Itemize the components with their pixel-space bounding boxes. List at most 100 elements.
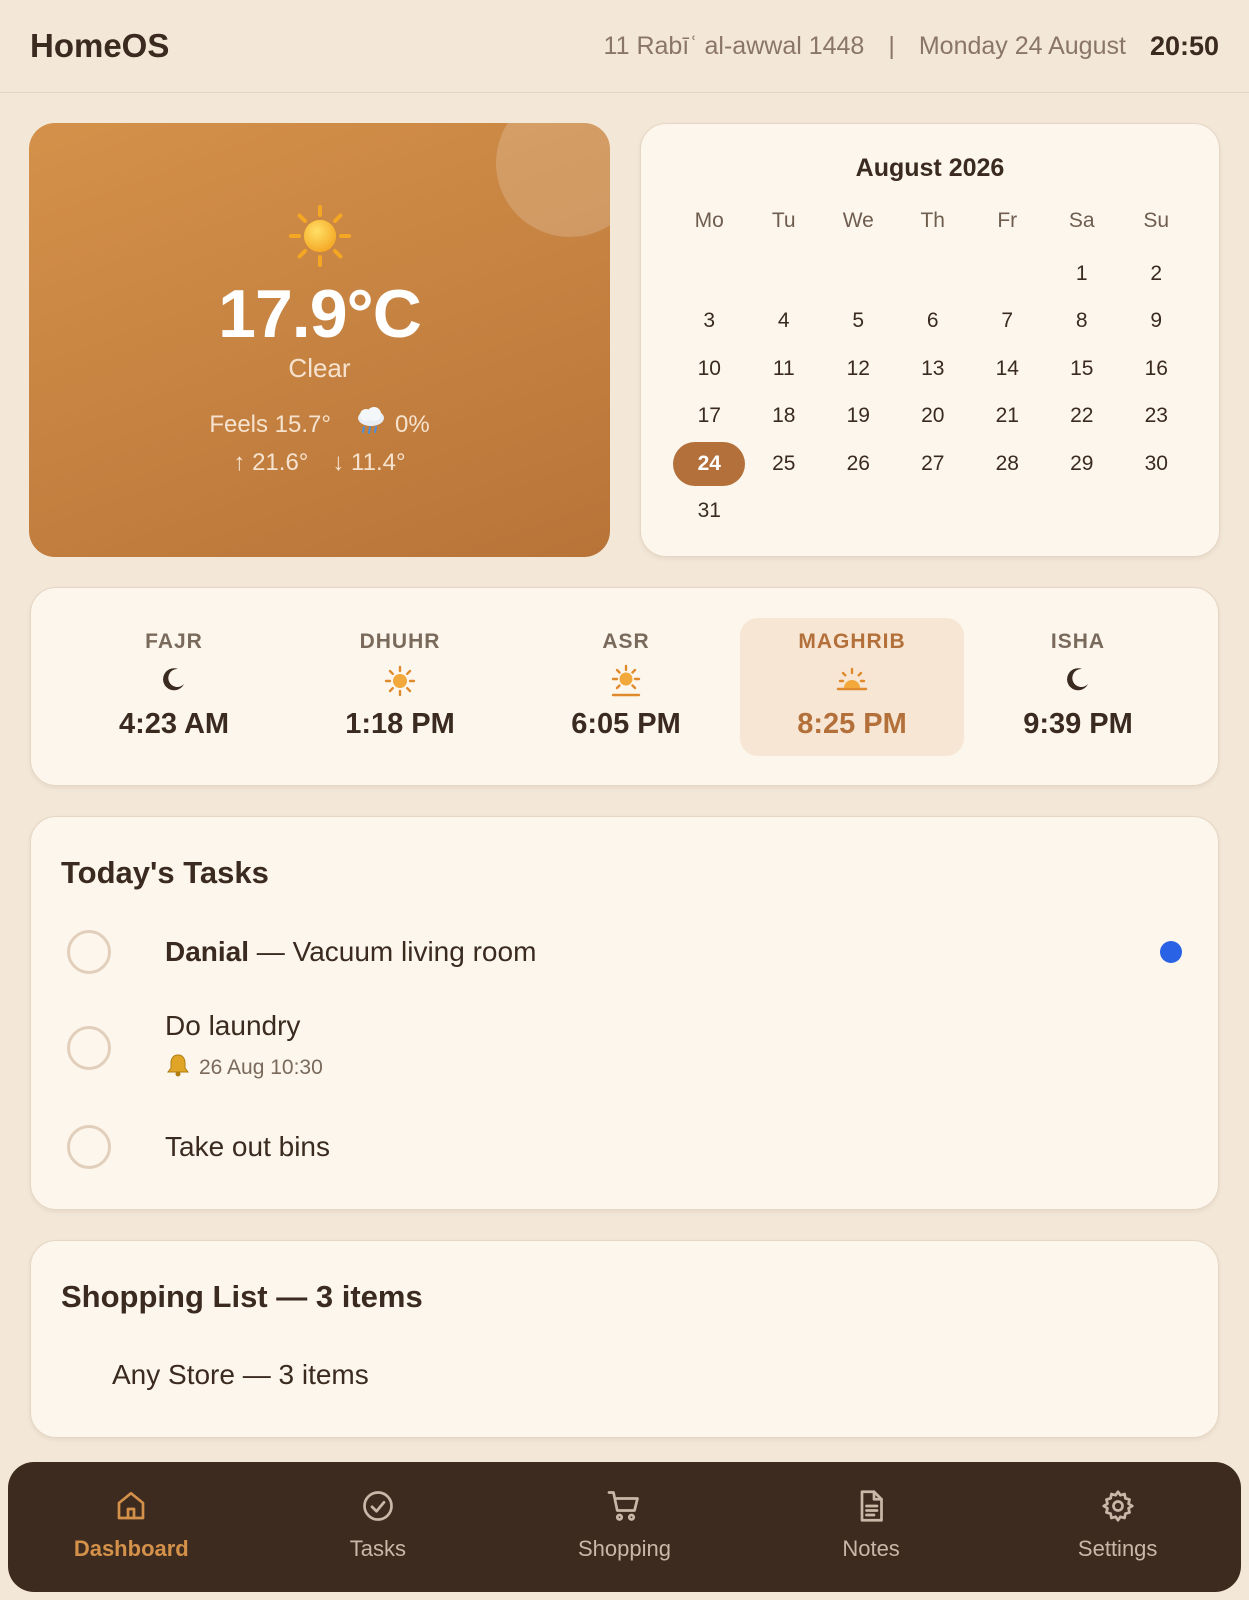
calendar-empty-cell: [672, 250, 747, 298]
calendar-day[interactable]: 15: [1045, 345, 1120, 393]
nav-settings[interactable]: Settings: [994, 1462, 1241, 1592]
nav-notes[interactable]: Notes: [748, 1462, 995, 1592]
nav-tasks[interactable]: Tasks: [255, 1462, 502, 1592]
high-temperature: ↑ 21.6°: [233, 449, 309, 476]
gregorian-date: Monday 24 August: [918, 31, 1126, 60]
sun-low-icon: [514, 664, 738, 698]
precipitation-value: 0%: [394, 410, 430, 438]
bottom-navigation: Dashboard Tasks Shopping Notes Settings: [8, 1462, 1241, 1592]
calendar-day[interactable]: 19: [821, 393, 896, 441]
prayer-time: 8:25 PM: [797, 708, 907, 740]
prayer-name: ASR: [602, 630, 650, 653]
cart-icon: [606, 1488, 642, 1524]
sun-icon: [288, 664, 512, 698]
calendar-empty-cell: [970, 250, 1045, 298]
calendar-day[interactable]: 10: [672, 345, 747, 393]
calendar-day[interactable]: 1: [1045, 250, 1120, 298]
task-checkbox[interactable]: [67, 1026, 111, 1070]
sun-icon: [29, 205, 610, 267]
nav-shopping[interactable]: Shopping: [501, 1462, 748, 1592]
task-checkbox[interactable]: [67, 930, 111, 974]
nav-dashboard[interactable]: Dashboard: [8, 1462, 255, 1592]
task-title: Vacuum living room: [292, 936, 537, 967]
calendar-month-title: August 2026: [855, 154, 1005, 182]
weekday-header: Mo: [694, 209, 724, 232]
calendar-day[interactable]: 6: [896, 298, 971, 346]
prayer-name: DHUHR: [359, 630, 441, 653]
cloud-rain-icon: [355, 405, 387, 444]
top-bar: HomeOS 11 Rabīʿ al-awwal 1448 | Monday 2…: [0, 0, 1249, 93]
nav-label: Notes: [842, 1536, 900, 1561]
calendar-day[interactable]: 4: [747, 298, 822, 346]
home-icon: [113, 1488, 149, 1524]
task-item[interactable]: Take out bins: [67, 1125, 1182, 1175]
calendar-day[interactable]: 25: [747, 440, 822, 488]
check-circle-icon: [360, 1488, 396, 1524]
gear-icon: [1100, 1488, 1136, 1524]
hijri-date: 11 Rabīʿ al-awwal 1448: [603, 31, 865, 60]
app-title: HomeOS: [30, 27, 170, 64]
weekday-header: Fr: [997, 209, 1018, 232]
feels-like: Feels 15.7°: [209, 410, 331, 438]
calendar-day[interactable]: 3: [672, 298, 747, 346]
calendar-day[interactable]: 16: [1119, 345, 1194, 393]
calendar-day[interactable]: 30: [1119, 440, 1194, 488]
calendar-day[interactable]: 2: [1119, 250, 1194, 298]
weather-condition: Clear: [288, 353, 351, 383]
prayer-time: 1:18 PM: [345, 708, 455, 740]
calendar-card: August 2026 Mo Tu We Th Fr Sa Su 1 2 3 4 5 6 7 8 9 10 11 1…: [640, 123, 1220, 557]
prayer-times-card: FAJR 4:23 AM DHUHR 1:18 PM ASR 6:05 PM MAGHRIB…: [30, 587, 1219, 786]
task-item[interactable]: Do laundry 26 Aug 10:30: [67, 1010, 1182, 1096]
todays-tasks-card: Today's Tasks Danial — Vacuum living roo…: [30, 816, 1219, 1210]
calendar-day[interactable]: 22: [1045, 393, 1120, 441]
moon-icon: [62, 664, 286, 698]
task-text: Danial — Vacuum living room: [165, 936, 536, 968]
calendar-day[interactable]: 26: [821, 440, 896, 488]
calendar-day[interactable]: 14: [970, 345, 1045, 393]
task-assignee: Danial: [165, 936, 250, 967]
calendar-day[interactable]: 11: [747, 345, 822, 393]
calendar-day[interactable]: 27: [896, 440, 971, 488]
calendar-day[interactable]: 18: [747, 393, 822, 441]
shopping-list-card[interactable]: Shopping List — 3 items Any Store — 3 it…: [30, 1240, 1219, 1438]
calendar-empty-cell: [821, 250, 896, 298]
calendar-day[interactable]: 31: [672, 488, 747, 536]
calendar-day-today[interactable]: 24: [672, 440, 747, 488]
calendar-day[interactable]: 23: [1119, 393, 1194, 441]
prayer-asr: ASR 6:05 PM: [514, 618, 738, 756]
task-checkbox[interactable]: [67, 1125, 111, 1169]
calendar-day[interactable]: 29: [1045, 440, 1120, 488]
nav-label: Dashboard: [73, 1536, 189, 1561]
nav-label: Settings: [1077, 1536, 1158, 1561]
weather-card[interactable]: 17.9°C Clear Feels 15.7° 0% ↑ 21.6° ↓ 11…: [29, 123, 610, 557]
calendar-day[interactable]: 28: [970, 440, 1045, 488]
task-separator: —: [249, 936, 293, 967]
weekday-header: We: [842, 209, 874, 232]
nav-label: Tasks: [349, 1536, 407, 1561]
prayer-name: MAGHRIB: [798, 630, 906, 653]
tasks-title: Today's Tasks: [61, 855, 269, 890]
calendar-day[interactable]: 12: [821, 345, 896, 393]
task-item[interactable]: Danial — Vacuum living room: [67, 930, 1182, 980]
prayer-maghrib: MAGHRIB 8:25 PM: [740, 618, 964, 756]
calendar-day[interactable]: 20: [896, 393, 971, 441]
calendar-day[interactable]: 21: [970, 393, 1045, 441]
high-low-row: ↑ 21.6° ↓ 11.4°: [29, 449, 610, 477]
shopping-store-item[interactable]: Any Store — 3 items: [112, 1359, 369, 1391]
calendar-day[interactable]: 17: [672, 393, 747, 441]
prayer-fajr: FAJR 4:23 AM: [62, 618, 286, 756]
clock-time: 20:50: [1149, 30, 1219, 61]
date-time-display: 11 Rabīʿ al-awwal 1448 | Monday 24 Augus…: [604, 31, 1219, 62]
prayer-name: ISHA: [1050, 630, 1106, 653]
calendar-day[interactable]: 9: [1119, 298, 1194, 346]
reminder-time: 26 Aug 10:30: [199, 1056, 323, 1079]
calendar-day[interactable]: 5: [821, 298, 896, 346]
task-title: Do laundry: [165, 1010, 301, 1041]
calendar-day[interactable]: 7: [970, 298, 1045, 346]
calendar-empty-cell: [747, 250, 822, 298]
task-title: Take out bins: [165, 1131, 330, 1162]
prayer-time: 6:05 PM: [571, 708, 681, 740]
calendar-day[interactable]: 8: [1045, 298, 1120, 346]
calendar-day[interactable]: 13: [896, 345, 971, 393]
feels-like-row: Feels 15.7° 0%: [29, 405, 610, 444]
